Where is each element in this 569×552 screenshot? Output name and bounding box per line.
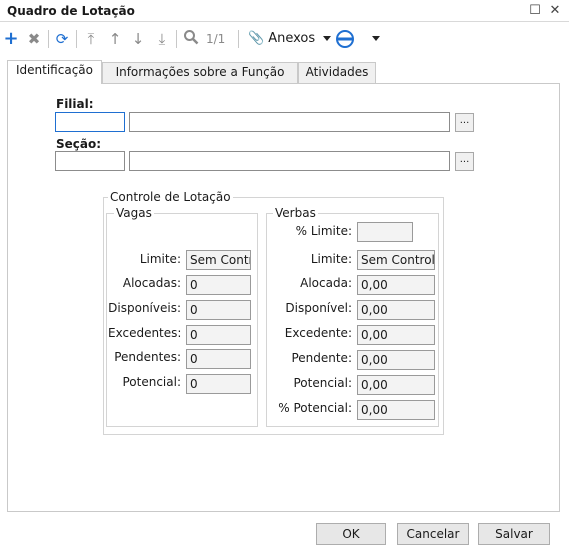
vagas-pendentes-label: Pendentes: bbox=[114, 350, 181, 364]
page-count: 1/1 bbox=[206, 32, 226, 46]
tab-panel: Filial: ... Seção: ... Controle de Lotaç… bbox=[7, 83, 560, 512]
title-bar: Quadro de Lotação ☐ ✕ bbox=[0, 0, 569, 22]
verbas-pendente-label: Pendente: bbox=[291, 351, 352, 365]
vagas-alocadas-field[interactable]: 0 bbox=[186, 275, 251, 295]
controle-lotacao-title: Controle de Lotação bbox=[108, 190, 233, 204]
vagas-pendentes-field[interactable]: 0 bbox=[186, 349, 251, 369]
delete-icon[interactable]: ✖ bbox=[24, 29, 44, 49]
secao-name-input[interactable] bbox=[129, 151, 450, 171]
vagas-excedentes-label: Excedentes: bbox=[108, 326, 182, 340]
toolbar: + ✖ ⟳ ⤒ ↑ ↓ ⤓ 1/1 📎 Anexos bbox=[0, 25, 569, 53]
toolbar-separator bbox=[76, 30, 77, 48]
tab-atividades[interactable]: Atividades bbox=[298, 62, 376, 83]
cancel-button[interactable]: Cancelar bbox=[397, 523, 469, 545]
previous-record-icon[interactable]: ↑ bbox=[105, 29, 125, 49]
verbas-disponivel-label: Disponível: bbox=[285, 301, 352, 315]
verbas-alocada-label: Alocada: bbox=[300, 276, 352, 290]
filial-code-input[interactable] bbox=[55, 112, 125, 132]
vagas-limite-field[interactable]: Sem Controle bbox=[186, 250, 251, 270]
last-record-icon[interactable]: ⤓ bbox=[152, 29, 172, 49]
verbas-percent-potencial-label: % Potencial: bbox=[278, 401, 352, 415]
paperclip-icon: 📎 bbox=[248, 31, 265, 46]
close-icon[interactable]: ✕ bbox=[547, 3, 563, 19]
restore-icon[interactable]: ☐ bbox=[527, 3, 543, 19]
vagas-excedentes-field[interactable]: 0 bbox=[186, 325, 251, 345]
verbas-limite-label: Limite: bbox=[310, 252, 352, 266]
verbas-pendente-field[interactable]: 0,00 bbox=[357, 350, 435, 370]
vagas-disponiveis-label: Disponíveis: bbox=[108, 301, 181, 315]
filial-lookup-button[interactable]: ... bbox=[455, 113, 474, 132]
verbas-title: Verbas bbox=[273, 206, 318, 220]
verbas-excedente-field[interactable]: 0,00 bbox=[357, 325, 435, 345]
toolbar-separator bbox=[238, 30, 239, 48]
verbas-potencial-field[interactable]: 0,00 bbox=[357, 375, 435, 395]
tab-bar: Identificação Informações sobre a Função… bbox=[0, 60, 569, 84]
plus-icon[interactable]: + bbox=[1, 29, 21, 49]
chevron-down-icon bbox=[323, 36, 332, 41]
verbas-disponivel-field[interactable]: 0,00 bbox=[357, 300, 435, 320]
secao-lookup-button[interactable]: ... bbox=[455, 152, 474, 171]
anexos-label: Anexos bbox=[268, 31, 316, 46]
globe-icon[interactable] bbox=[336, 30, 354, 48]
search-icon[interactable] bbox=[181, 29, 201, 49]
window-title: Quadro de Lotação bbox=[7, 4, 135, 18]
verbas-percent-limite-field[interactable] bbox=[357, 222, 413, 242]
toolbar-separator bbox=[176, 30, 177, 48]
filial-label: Filial: bbox=[56, 97, 94, 111]
toolbar-separator bbox=[48, 30, 49, 48]
vagas-group bbox=[106, 213, 258, 427]
anexos-button[interactable]: 📎 Anexos bbox=[248, 29, 332, 49]
vagas-limite-label: Limite: bbox=[139, 252, 181, 266]
verbas-percent-potencial-field[interactable]: 0,00 bbox=[357, 400, 435, 420]
save-button[interactable]: Salvar bbox=[478, 523, 550, 545]
ok-button[interactable]: OK bbox=[316, 523, 386, 545]
vagas-title: Vagas bbox=[114, 206, 154, 220]
next-record-icon[interactable]: ↓ bbox=[128, 29, 148, 49]
vagas-alocadas-label: Alocadas: bbox=[122, 276, 181, 290]
verbas-percent-limite-label: % Limite: bbox=[295, 224, 352, 238]
first-record-icon[interactable]: ⤒ bbox=[81, 29, 101, 49]
secao-label: Seção: bbox=[56, 137, 102, 151]
vagas-disponiveis-field[interactable]: 0 bbox=[186, 300, 251, 320]
tab-identificacao[interactable]: Identificação bbox=[7, 60, 102, 84]
filial-name-input[interactable] bbox=[129, 112, 450, 132]
vagas-potencial-label: Potencial: bbox=[122, 375, 181, 389]
verbas-limite-field[interactable]: Sem Controle bbox=[357, 250, 435, 270]
verbas-alocada-field[interactable]: 0,00 bbox=[357, 275, 435, 295]
secao-code-input[interactable] bbox=[55, 151, 125, 171]
verbas-potencial-label: Potencial: bbox=[293, 376, 352, 390]
refresh-icon[interactable]: ⟳ bbox=[52, 29, 72, 49]
chevron-down-icon[interactable] bbox=[372, 36, 380, 41]
tab-informacoes-funcao[interactable]: Informações sobre a Função bbox=[102, 62, 298, 83]
verbas-excedente-label: Excedente: bbox=[284, 326, 352, 340]
vagas-potencial-field[interactable]: 0 bbox=[186, 374, 251, 394]
